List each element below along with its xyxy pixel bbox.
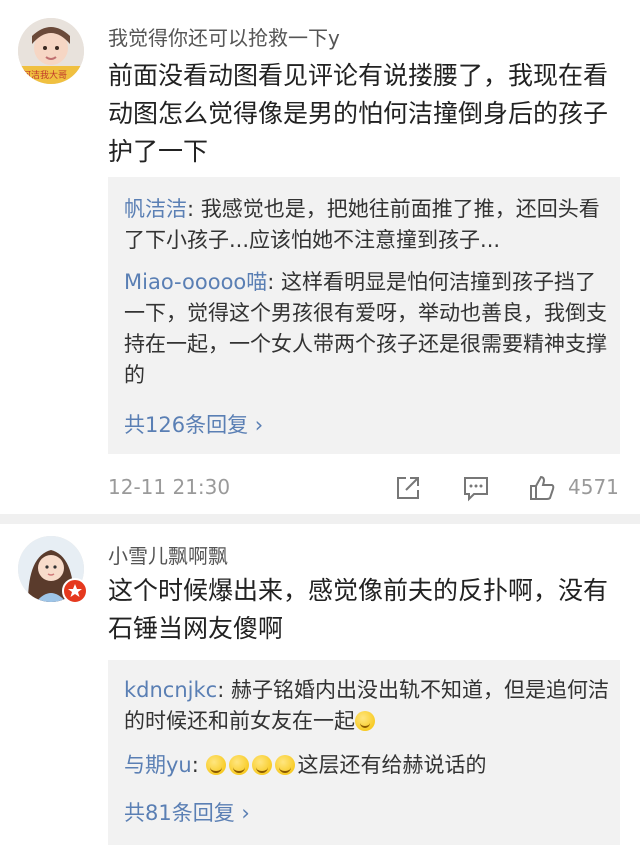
reply-box[interactable]: kdncnjkc: 赫子铭婚内出没出轨不知道，但是追何洁的时候还和前女友在一起 … (108, 660, 620, 845)
sweat-smile-emoji (274, 755, 295, 775)
slight-smile-emoji (355, 711, 375, 731)
reply-item[interactable]: 帆洁洁: 我感觉也是，把她往前面推了推，还回头看了下小孩子...应该怕她不注意撞… (124, 194, 610, 256)
comment-actions: 12-11 21:30 4571 (108, 470, 620, 506)
thumbs-up-icon[interactable] (528, 474, 556, 502)
more-replies-link[interactable]: 共81条回复 › (124, 797, 250, 827)
avatar-caption: 何洁我大哥 (22, 71, 68, 81)
comment-text: 这个时候爆出来，感觉像前夫的反扑啊，没有石锤当网友傻啊 (108, 576, 609, 643)
reply-author[interactable]: 与期yu (124, 753, 192, 777)
share-icon[interactable] (394, 474, 422, 502)
verified-badge-icon (62, 578, 88, 604)
reply-item[interactable]: kdncnjkc: 赫子铭婚内出没出轨不知道，但是追何洁的时候还和前女友在一起 (124, 675, 610, 737)
comment-icon[interactable] (462, 474, 490, 502)
like-count: 4571 (568, 475, 619, 499)
sweat-smile-emoji (205, 755, 226, 775)
reply-author[interactable]: 帆洁洁 (124, 197, 187, 221)
divider (0, 514, 640, 524)
sweat-smile-emoji (228, 755, 249, 775)
reply-box[interactable]: 帆洁洁: 我感觉也是，把她往前面推了推，还回头看了下小孩子...应该怕她不注意撞… (108, 177, 620, 454)
sweat-smile-emoji (251, 755, 272, 775)
avatar[interactable]: 何洁我大哥 (18, 18, 84, 84)
username[interactable]: 我觉得你还可以抢救一下y (108, 22, 340, 51)
comment-text: 前面没看动图看见评论有说搂腰了，我现在看动图怎么觉得像是男的怕何洁撞倒身后的孩子… (108, 61, 609, 166)
reply-item[interactable]: 与期yu: 这层还有给赫说话的 (124, 750, 610, 781)
reply-item[interactable]: Miao-ooooo喵: 这样看明显是怕何洁撞到孩子挡了一下，觉得这个男孩很有爱… (124, 267, 610, 391)
timestamp: 12-11 21:30 (108, 475, 231, 499)
reply-author[interactable]: kdncnjkc (124, 678, 217, 702)
reply-text: 这层还有给赫说话的 (297, 753, 487, 777)
reply-author[interactable]: Miao-ooooo喵 (124, 270, 267, 294)
username[interactable]: 小雪儿飘啊飘 (108, 540, 228, 569)
more-replies-link[interactable]: 共126条回复 › (124, 409, 263, 439)
